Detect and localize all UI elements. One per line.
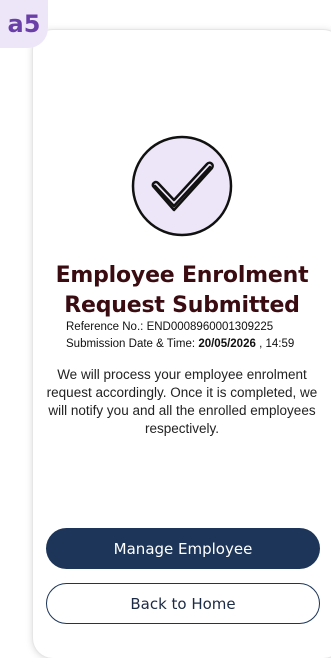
page-title: Employee Enrolment Request Submitted xyxy=(33,261,331,321)
submission-date-value: 20/05/2026 xyxy=(198,338,256,350)
step-badge: a5 xyxy=(0,0,48,48)
confirmation-description: We will process your employee enrolment … xyxy=(46,367,318,436)
reference-row: Reference No.: END0008960001309225 xyxy=(66,319,326,336)
submission-time-value: , 14:59 xyxy=(259,338,295,350)
manage-employee-button[interactable]: Manage Employee xyxy=(46,528,320,569)
reference-label: Reference No.: xyxy=(66,321,144,333)
submission-date-row: Submission Date & Time: 20/05/2026 , 14:… xyxy=(66,336,326,353)
back-to-home-button[interactable]: Back to Home xyxy=(46,583,320,624)
submission-date-label: Submission Date & Time: xyxy=(66,338,196,350)
reference-value: END0008960001309225 xyxy=(146,321,274,333)
check-circle-icon xyxy=(130,134,234,238)
title-line-1: Employee Enrolment xyxy=(55,263,309,288)
title-line-2: Request Submitted xyxy=(64,293,300,318)
reference-info: Reference No.: END0008960001309225 Submi… xyxy=(66,319,326,353)
